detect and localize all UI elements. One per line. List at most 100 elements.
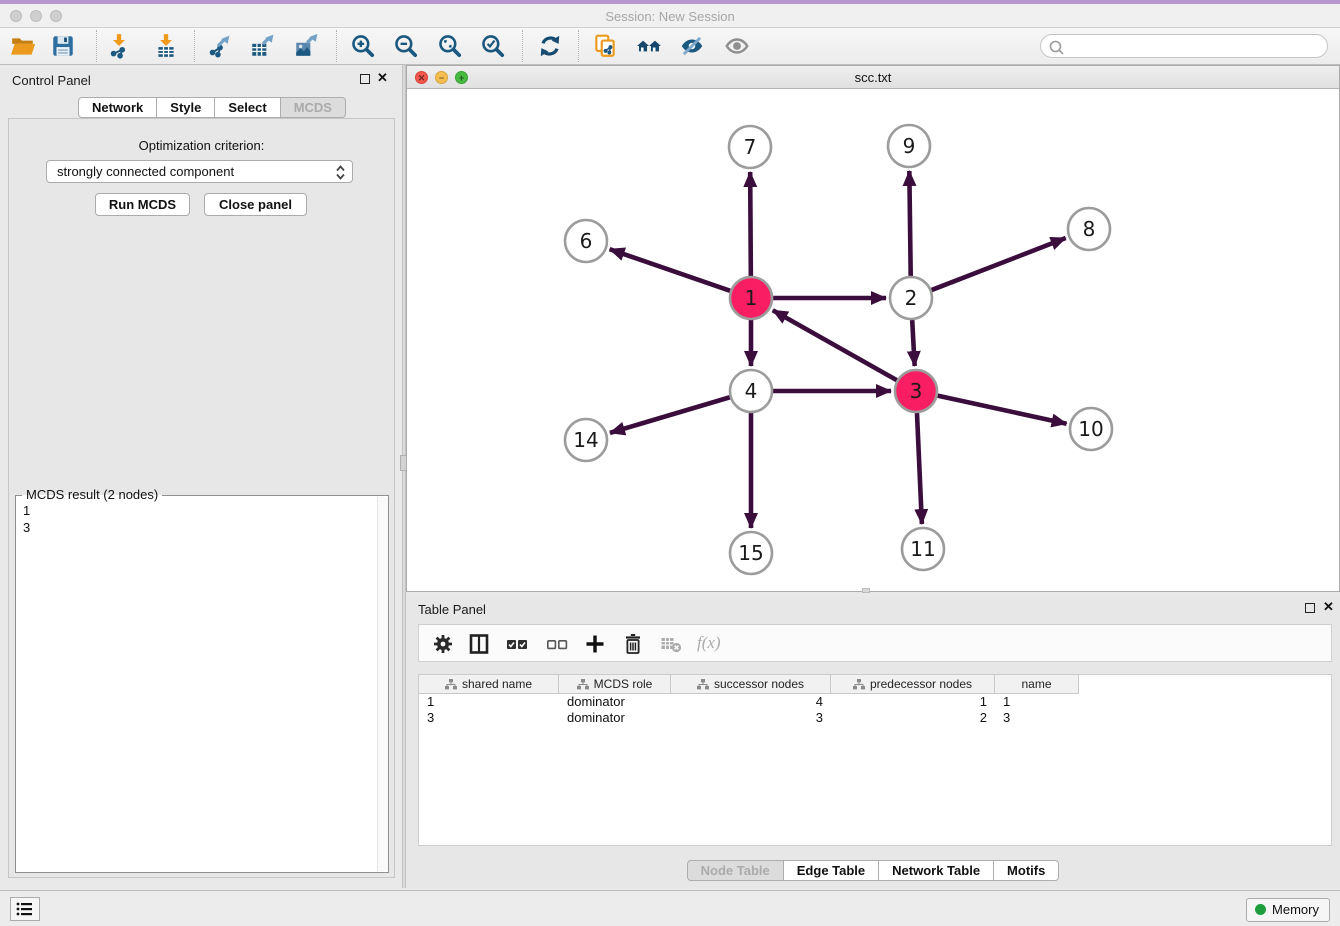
column-header-shared-name[interactable]: shared name — [419, 675, 559, 694]
memory-button[interactable]: Memory — [1246, 898, 1330, 922]
table-tab-edge-table[interactable]: Edge Table — [784, 860, 879, 881]
table-tab-network-table[interactable]: Network Table — [879, 860, 994, 881]
node-3[interactable]: 3 — [895, 370, 937, 412]
float-table-panel-icon[interactable] — [1305, 603, 1315, 613]
export-image-icon[interactable] — [293, 33, 319, 59]
node-label: 9 — [903, 134, 916, 158]
node-label: 11 — [910, 537, 935, 561]
cell-mcds-role[interactable]: dominator — [559, 710, 671, 726]
edge-1-6[interactable] — [610, 249, 731, 291]
edge-2-8[interactable] — [932, 238, 1066, 290]
zoom-selected-icon[interactable] — [480, 33, 506, 59]
edge-3-11[interactable] — [917, 413, 922, 524]
table-header-row: shared nameMCDS rolesuccessor nodes prede… — [419, 675, 1079, 694]
node-14[interactable]: 14 — [565, 419, 607, 461]
stepper-icon — [335, 164, 346, 181]
toolbar-separator — [578, 30, 579, 62]
node-11[interactable]: 11 — [902, 528, 944, 570]
node-4[interactable]: 4 — [730, 370, 772, 412]
memory-label: Memory — [1272, 902, 1319, 917]
table-tab-node-table[interactable]: Node Table — [687, 860, 784, 881]
node-label: 3 — [910, 379, 923, 403]
node-2[interactable]: 2 — [890, 277, 932, 319]
node-10[interactable]: 10 — [1070, 408, 1112, 450]
cell-shared-name[interactable]: 3 — [419, 710, 559, 726]
column-view-icon[interactable] — [467, 632, 491, 656]
edge-2-9[interactable] — [909, 171, 910, 276]
table-row[interactable]: 1dominator411 — [419, 694, 1079, 710]
edge-4-14[interactable] — [610, 397, 730, 433]
node-15[interactable]: 15 — [730, 532, 772, 574]
close-panel-icon[interactable]: ✕ — [377, 71, 388, 85]
toolbar-separator — [96, 30, 97, 62]
show-all-networks-icon[interactable] — [636, 33, 662, 59]
hide-panel-icon[interactable] — [679, 33, 705, 59]
toolbar-separator — [336, 30, 337, 62]
cell-successor-nodes[interactable]: 3 — [671, 710, 831, 726]
zoom-out-icon[interactable] — [393, 33, 419, 59]
close-panel-button[interactable]: Close panel — [204, 193, 307, 216]
cell-predecessor-nodes[interactable]: 2 — [831, 710, 995, 726]
node-label: 10 — [1078, 417, 1103, 441]
select-all-icon[interactable] — [505, 632, 529, 656]
import-network-icon[interactable] — [106, 33, 132, 59]
run-mcds-button[interactable]: Run MCDS — [95, 193, 190, 216]
tab-network[interactable]: Network — [78, 97, 157, 118]
node-table: shared nameMCDS rolesuccessor nodes prede… — [418, 674, 1332, 846]
export-table-icon[interactable] — [249, 33, 275, 59]
apply-layout-icon[interactable] — [537, 33, 563, 59]
tab-mcds[interactable]: MCDS — [281, 97, 346, 118]
network-window-title: scc.txt — [407, 70, 1339, 85]
table-panel-title: Table Panel — [418, 602, 486, 617]
canvas-resize-handle[interactable] — [862, 588, 870, 593]
column-header-successor-nodes[interactable]: successor nodes — [671, 675, 831, 694]
column-header-predecessor-nodes[interactable]: predecessor nodes — [831, 675, 995, 694]
float-panel-icon[interactable] — [360, 74, 370, 84]
cell-mcds-role[interactable]: dominator — [559, 694, 671, 710]
cell-name[interactable]: 1 — [995, 694, 1079, 710]
mcds-result-list: 13 — [16, 498, 37, 540]
criterion-dropdown[interactable]: strongly connected component — [46, 160, 353, 183]
task-history-button[interactable] — [10, 897, 40, 921]
zoom-in-icon[interactable] — [350, 33, 376, 59]
result-scrollbar[interactable] — [377, 497, 388, 871]
optimization-criterion-label: Optimization criterion: — [9, 138, 394, 153]
deselect-all-icon[interactable] — [545, 632, 569, 656]
open-file-icon[interactable] — [10, 33, 36, 59]
node-9[interactable]: 9 — [888, 125, 930, 167]
add-column-icon[interactable] — [583, 632, 607, 656]
search-input[interactable] — [1067, 36, 1317, 56]
node-7[interactable]: 7 — [729, 126, 771, 168]
export-network-icon[interactable] — [206, 33, 232, 59]
node-1[interactable]: 1 — [730, 277, 772, 319]
edge-3-10[interactable] — [937, 396, 1066, 424]
gear-icon[interactable] — [431, 632, 455, 656]
cell-name[interactable]: 3 — [995, 710, 1079, 726]
import-table-icon[interactable] — [153, 33, 179, 59]
tab-style[interactable]: Style — [157, 97, 215, 118]
cell-successor-nodes[interactable]: 4 — [671, 694, 831, 710]
network-canvas[interactable]: 7 9 6 8 1 2 4 3 14 10 15 11 — [407, 89, 1339, 591]
save-session-icon[interactable] — [50, 33, 76, 59]
edge-3-1[interactable] — [773, 310, 897, 380]
node-6[interactable]: 6 — [565, 220, 607, 262]
network-graph[interactable]: 7 9 6 8 1 2 4 3 14 10 15 11 — [407, 89, 1339, 591]
cell-predecessor-nodes[interactable]: 1 — [831, 694, 995, 710]
cell-shared-name[interactable]: 1 — [419, 694, 559, 710]
show-panel-icon[interactable] — [724, 33, 750, 59]
node-8[interactable]: 8 — [1068, 208, 1110, 250]
delete-table-icon — [659, 632, 683, 656]
close-table-panel-icon[interactable]: ✕ — [1323, 600, 1334, 614]
column-header-label: predecessor nodes — [870, 677, 972, 691]
edge-1-7[interactable] — [750, 172, 751, 276]
table-tab-motifs[interactable]: Motifs — [994, 860, 1059, 881]
tab-select[interactable]: Select — [215, 97, 280, 118]
zoom-fit-icon[interactable] — [437, 33, 463, 59]
column-header-name[interactable]: name — [995, 675, 1079, 694]
column-header-mcds-role[interactable]: MCDS role — [559, 675, 671, 694]
table-row[interactable]: 3dominator323 — [419, 710, 1079, 726]
delete-column-icon[interactable] — [621, 632, 645, 656]
copy-network-icon[interactable] — [592, 33, 618, 59]
edge-2-3[interactable] — [912, 320, 914, 366]
mcds-result-item: 3 — [23, 519, 30, 536]
